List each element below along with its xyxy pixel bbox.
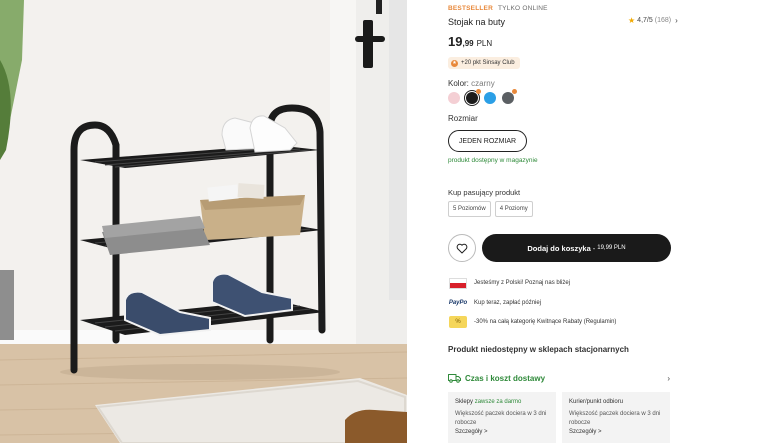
star-icon: ★ <box>628 16 636 25</box>
color-label: Kolor: <box>448 79 469 88</box>
ticket-icon: % <box>448 316 468 328</box>
add-to-cart-button[interactable]: Dodaj do koszyka - 19,99 PLN <box>482 234 671 262</box>
paypo-logo-text: PayPo <box>448 300 468 306</box>
swatch-black[interactable] <box>464 89 481 106</box>
delivery-label: Czas i koszt dostawy <box>465 373 546 383</box>
delivery-options: Sklepy zawsze za darmo Większość paczek … <box>448 392 670 443</box>
availability-status: produkt dostępny w magazynie <box>448 157 538 164</box>
polish-company-text: Jesteśmy z Polski! Poznaj nas bliżej <box>474 280 571 286</box>
chevron-right-icon: › <box>675 16 678 25</box>
add-to-cart-label: Dodaj do koszyka <box>527 243 591 253</box>
delivery-card-title: Sklepy zawsze za darmo <box>455 398 549 407</box>
matching-product-options: 5 Poziomów 4 Poziomy <box>448 201 533 217</box>
add-to-cart-price: 19,99 PLN <box>597 245 626 251</box>
delivery-card-stores[interactable]: Sklepy zawsze za darmo Większość paczek … <box>448 392 556 443</box>
paypo-text: Kup teraz, zapłać później <box>474 300 542 306</box>
swatch-pink[interactable] <box>448 92 460 104</box>
club-icon: ★ <box>451 59 458 67</box>
price-currency: PLN <box>476 39 493 48</box>
polish-flag-icon <box>448 277 468 289</box>
new-badge-icon <box>512 89 517 94</box>
new-badge-icon <box>476 89 481 94</box>
matching-product-label: Kup pasujący produkt <box>448 188 521 197</box>
add-to-cart-separator: - <box>592 243 596 253</box>
club-points-badge: ★ +20 pkt Sinsay Club <box>448 57 520 69</box>
club-points-text: +20 pkt Sinsay Club <box>461 60 515 66</box>
size-label: Rozmiar <box>448 114 478 123</box>
polish-company-info[interactable]: Jesteśmy z Polski! Poznaj nas bliżej <box>448 277 570 289</box>
paypo-logo-icon: PayPo <box>448 297 468 309</box>
delivery-card-details-link[interactable]: Szczegóły > <box>455 428 549 437</box>
delivery-card-title-text: Sklepy <box>455 399 474 405</box>
rating-value: 4,7/5 <box>637 17 653 24</box>
discount-text: -30% na całą kategorię Kwitnące Rabaty (… <box>474 319 617 325</box>
price-integer: 19 <box>448 34 463 49</box>
price-decimal: ,99 <box>462 39 474 48</box>
chevron-right-icon: › <box>667 373 670 383</box>
matching-option-4-levels[interactable]: 4 Poziomy <box>494 201 533 217</box>
delivery-card-free-label: zawsze za darmo <box>474 399 522 405</box>
swatch-grey[interactable] <box>502 89 517 104</box>
product-info-panel: BESTSELLER TYLKO ONLINE Stojak na buty ★… <box>448 0 759 443</box>
rating-link[interactable]: ★ 4,7/5 (168) › <box>628 16 678 25</box>
swatch-blue[interactable] <box>484 92 496 104</box>
product-price: 19,99 PLN <box>448 33 492 51</box>
product-image[interactable] <box>0 0 407 443</box>
delivery-card-title: Kurier/punkt odbioru <box>569 398 663 407</box>
wishlist-button[interactable] <box>448 234 476 262</box>
online-only-label: TYLKO ONLINE <box>498 5 548 12</box>
truck-icon <box>448 374 461 383</box>
bestseller-badge: BESTSELLER <box>448 5 493 12</box>
size-option-button[interactable]: JEDEN ROZMIAR <box>448 130 527 152</box>
paypo-info[interactable]: PayPo Kup teraz, zapłać później <box>448 297 541 309</box>
delivery-card-courier[interactable]: Kurier/punkt odbioru Większość paczek do… <box>562 392 670 443</box>
color-value: czarny <box>471 79 495 88</box>
store-unavailable-heading: Produkt niedostępny w sklepach stacjonar… <box>448 345 629 354</box>
delivery-card-desc: Większość paczek dociera w 3 dni robocze <box>455 411 547 426</box>
delivery-card-title-text: Kurier/punkt odbioru <box>569 399 624 405</box>
delivery-accordion[interactable]: Czas i koszt dostawy › <box>448 370 670 386</box>
delivery-card-desc: Większość paczek dociera w 3 dni robocze <box>569 411 661 426</box>
discount-info[interactable]: % -30% na całą kategorię Kwitnące Rabaty… <box>448 316 616 328</box>
matching-option-5-levels[interactable]: 5 Poziomów <box>448 201 491 217</box>
color-selector-label: Kolor: czarny <box>448 79 495 88</box>
color-swatches <box>448 89 517 106</box>
delivery-card-details-link[interactable]: Szczegóły > <box>569 428 663 437</box>
rating-count: (168) <box>654 17 672 24</box>
heart-icon <box>456 243 468 253</box>
product-title: Stojak na buty <box>448 17 506 27</box>
product-tags: BESTSELLER TYLKO ONLINE <box>448 5 548 12</box>
